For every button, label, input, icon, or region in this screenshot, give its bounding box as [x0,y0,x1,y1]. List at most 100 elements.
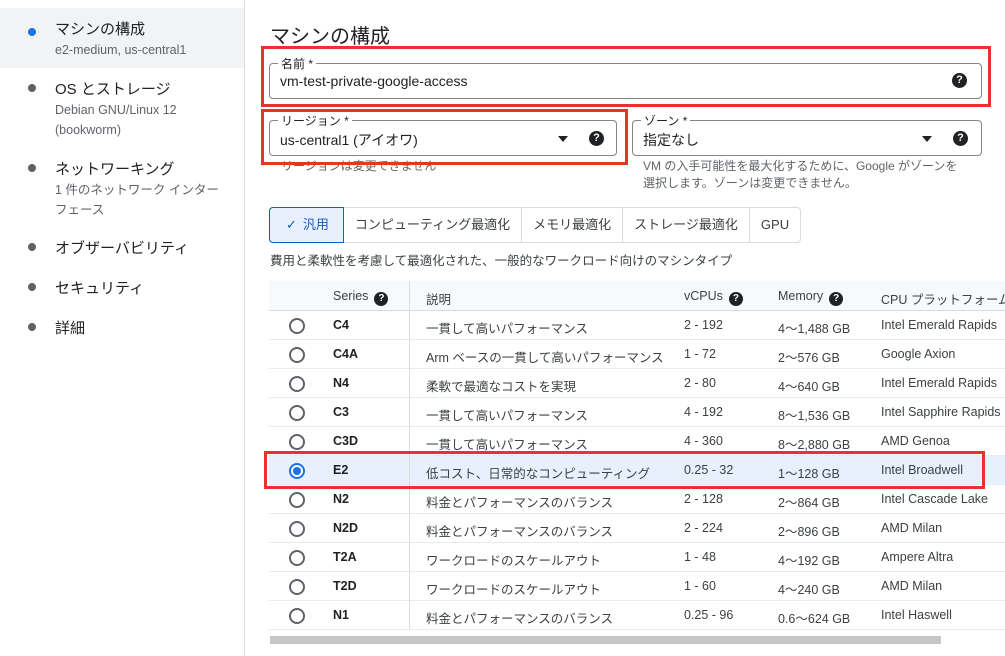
radio-button[interactable] [289,405,305,421]
cell-memory: 2〜896 GB [778,525,840,539]
cell-memory: 2〜864 GB [778,496,840,510]
cell-vcpus: 4 - 192 [684,405,723,419]
name-field-value: vm-test-private-google-access [280,73,468,89]
cell-series: N2 [333,492,349,506]
cell-cpu-platform: AMD Genoa [881,434,950,448]
cell-series: N1 [333,608,349,622]
tab-general-purpose[interactable]: ✓ 汎用 [269,207,344,243]
cell-series: N2D [333,521,359,535]
cell-memory: 0.6〜624 GB [778,612,851,626]
cell-description: 一貫して高いパフォーマンス [426,322,588,336]
column-divider [409,281,410,629]
table-row[interactable]: T2D ワークロードのスケールアウト 1 - 60 4〜240 GB AMD Milan [269,572,1005,601]
table-row[interactable]: T2A ワークロードのスケールアウト 1 - 48 4〜192 GB Ampere Al… [269,543,1005,572]
cell-cpu-platform: Intel Cascade Lake [881,492,989,506]
column-header-series[interactable]: Series? [333,289,389,306]
column-header-vcpus[interactable]: vCPUs? [684,289,743,306]
cell-description: 料金とパフォーマンスのバランス [426,496,614,510]
help-icon[interactable]: ? [953,131,968,146]
help-icon[interactable]: ? [952,73,967,88]
name-field[interactable]: 名前 * vm-test-private-google-access ? [269,55,982,99]
table-row[interactable]: C3 一貫して高いパフォーマンス 4 - 192 8〜1,536 GB Intel Sa… [269,398,1005,427]
zone-select-value: 指定なし [643,132,699,148]
sidebar-item-observability[interactable]: オブザーバビリティ [0,232,244,262]
cell-memory: 4〜240 GB [778,583,840,597]
zone-select[interactable]: ゾーン * 指定なし ? [632,112,982,156]
sidebar-item-title: ネットワーキング [55,161,175,178]
table-row[interactable]: N1 料金とパフォーマンスのバランス 0.25 - 96 0.6〜624 GB Inte… [269,601,1005,630]
dropdown-arrow-icon [558,136,568,142]
column-header-cpu-platform: CPU プラットフォーム [881,293,1005,307]
help-icon[interactable]: ? [589,131,604,146]
cell-series: C3D [333,434,359,448]
radio-button[interactable] [289,608,305,624]
sidebar-item-os-storage[interactable]: OS とストレージ Debian GNU/Linux 12 (bookworm) [0,70,244,140]
cell-description: ワークロードのスケールアウト [426,554,602,568]
cell-cpu-platform: AMD Milan [881,521,943,535]
cell-series: N4 [333,376,349,390]
sidebar-item-subtitle: e2-medium, us-central1 [55,43,187,57]
column-header-memory[interactable]: Memory? [778,289,844,306]
cell-vcpus: 2 - 224 [684,521,723,535]
region-hint: リージョンは変更できません [281,159,437,173]
table-row[interactable]: N4 柔軟で最適なコストを実現 2 - 80 4〜640 GB Intel Emeral… [269,369,1005,398]
sidebar-item-machine-config[interactable]: マシンの構成 e2-medium, us-central1 [0,8,244,68]
tab-gpu[interactable]: GPU [750,208,800,242]
cell-vcpus: 2 - 128 [684,492,723,506]
cell-series: C3 [333,405,349,419]
radio-button[interactable] [289,550,305,566]
sidebar-item-title: マシンの構成 [55,21,146,38]
table-row[interactable]: C3D 一貫して高いパフォーマンス 4 - 360 8〜2,880 GB AMD Gen… [269,427,1005,456]
nav-bullet-icon [28,283,36,291]
table-row[interactable]: C4A Arm ベースの一貫して高いパフォーマンス 1 - 72 2〜576 GB Go… [269,340,1005,369]
sidebar-item-security[interactable]: セキュリティ [0,272,244,302]
radio-button[interactable] [289,318,305,334]
cell-description: 一貫して高いパフォーマンス [426,438,588,452]
cell-description: 料金とパフォーマンスのバランス [426,612,614,626]
table-row[interactable]: N2D 料金とパフォーマンスのバランス 2 - 224 2〜896 GB AMD Mil… [269,514,1005,543]
region-select[interactable]: リージョン * us-central1 (アイオワ) ? [269,112,617,156]
nav-bullet-icon [28,243,36,251]
radio-button[interactable] [289,376,305,392]
tab-memory-optimized[interactable]: メモリ最適化 [522,208,624,242]
column-header-description: 説明 [426,293,452,307]
help-icon[interactable]: ? [728,292,743,306]
cell-description: 料金とパフォーマンスのバランス [426,525,614,539]
tab-storage-optimized[interactable]: ストレージ最適化 [623,208,750,242]
cell-cpu-platform: Intel Emerald Rapids [881,318,998,332]
sidebar-item-title: オブザーバビリティ [55,240,189,257]
sidebar-item-subtitle: 1 件のネットワーク インターフェース [55,183,219,217]
table-row[interactable]: C4 一貫して高いパフォーマンス 2 - 192 4〜1,488 GB Intel Em… [269,311,1005,340]
radio-button[interactable] [289,434,305,450]
cell-cpu-platform: Intel Haswell [881,608,952,622]
cell-memory: 4〜1,488 GB [778,322,851,336]
cell-series: E2 [333,463,349,477]
tab-compute-optimized[interactable]: コンピューティング最適化 [344,208,523,242]
help-icon[interactable]: ? [374,292,389,306]
radio-button[interactable] [289,463,305,479]
help-icon[interactable]: ? [829,292,844,306]
cell-description: 柔軟で最適なコストを実現 [426,380,577,394]
sidebar-item-title: セキュリティ [55,280,145,297]
region-select-value: us-central1 (アイオワ) [280,132,418,148]
horizontal-scrollbar[interactable] [270,636,941,644]
table-row[interactable]: N2 料金とパフォーマンスのバランス 2 - 128 2〜864 GB Intel Ca… [269,485,1005,514]
table-row[interactable]: E2 低コスト、日常的なコンピューティング 0.25 - 32 1〜128 GB Int… [269,456,1005,485]
cell-series: T2A [333,550,357,564]
tab-label: 汎用 [302,217,329,232]
cell-vcpus: 2 - 192 [684,318,723,332]
cell-vcpus: 1 - 48 [684,550,716,564]
sidebar-item-advanced[interactable]: 詳細 [0,312,244,342]
cell-description: Arm ベースの一貫して高いパフォーマンス [426,351,664,365]
cell-series: C4 [333,318,349,332]
cell-vcpus: 2 - 80 [684,376,716,390]
cell-description: ワークロードのスケールアウト [426,583,602,597]
radio-button[interactable] [289,492,305,508]
radio-button[interactable] [289,347,305,363]
cell-cpu-platform: Intel Sapphire Rapids [881,405,1001,419]
sidebar-item-networking[interactable]: ネットワーキング 1 件のネットワーク インターフェース [0,150,244,220]
cell-memory: 8〜2,880 GB [778,438,851,452]
radio-button[interactable] [289,579,305,595]
radio-button[interactable] [289,521,305,537]
cell-description: 低コスト、日常的なコンピューティング [426,467,651,481]
